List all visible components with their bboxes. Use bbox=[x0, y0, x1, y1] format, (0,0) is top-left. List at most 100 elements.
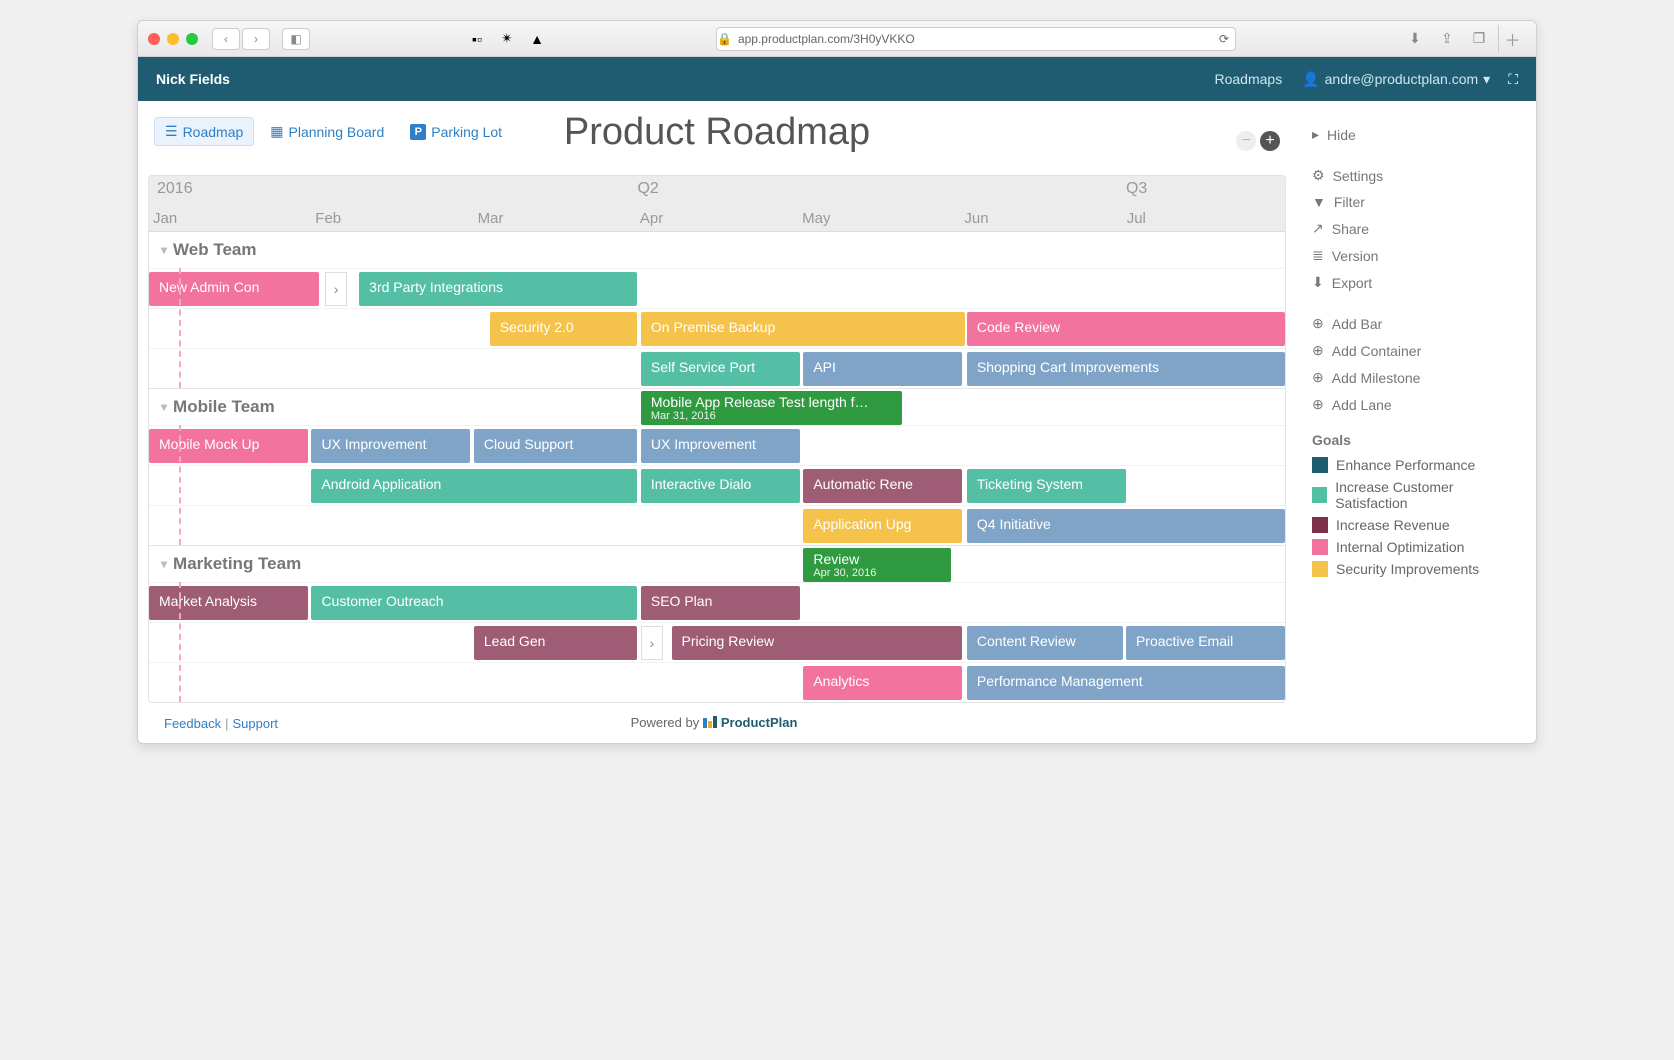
timeline-header: 2016 Q2 Q3 Jan Feb Mar Apr May Jun Jul bbox=[149, 176, 1285, 232]
bar-mobile-mock[interactable]: Mobile Mock Up bbox=[149, 429, 308, 463]
user-email: andre@productplan.com bbox=[1325, 71, 1479, 87]
bar-shopping-cart[interactable]: Shopping Cart Improvements bbox=[967, 352, 1285, 386]
bar-market-analysis[interactable]: Market Analysis bbox=[149, 586, 308, 620]
address-bar[interactable]: 🔒 app.productplan.com/3H0yVKKO ⟳ bbox=[716, 27, 1236, 51]
bar-android-app[interactable]: Android Application bbox=[311, 469, 637, 503]
page-title: Product Roadmap bbox=[148, 111, 1286, 154]
plus-circle-icon: ⊕ bbox=[1312, 396, 1324, 413]
back-button[interactable]: ‹ bbox=[212, 28, 240, 50]
download-icon[interactable]: ⬇ bbox=[1404, 28, 1426, 50]
version-link[interactable]: ≣Version bbox=[1312, 242, 1520, 269]
bar-performance-mgmt[interactable]: Performance Management bbox=[967, 666, 1285, 700]
add-milestone-button[interactable]: ⊕Add Milestone bbox=[1312, 364, 1520, 391]
month-may: May bbox=[798, 210, 960, 227]
chevron-down-icon: ▾ bbox=[1483, 71, 1490, 88]
footer: Feedback | Support Powered by ProductPla… bbox=[148, 703, 1286, 743]
chevron-down-icon: ▾ bbox=[161, 557, 167, 571]
bar-seo-plan[interactable]: SEO Plan bbox=[641, 586, 800, 620]
bar-code-review[interactable]: Code Review bbox=[967, 312, 1285, 346]
lock-icon: 🔒 bbox=[717, 32, 732, 46]
lane-title-web[interactable]: ▾ Web Team bbox=[149, 232, 1285, 268]
bar-new-admin[interactable]: New Admin Con bbox=[149, 272, 319, 306]
sidebar-toggle-icon[interactable]: ◧ bbox=[282, 28, 310, 50]
bar-ux-improvement-2[interactable]: UX Improvement bbox=[641, 429, 800, 463]
plus-circle-icon: ⊕ bbox=[1312, 342, 1324, 359]
bar-interactive-dialog[interactable]: Interactive Dialo bbox=[641, 469, 800, 503]
roadmaps-link[interactable]: Roadmaps bbox=[1214, 71, 1282, 87]
goal-increase-revenue[interactable]: Increase Revenue bbox=[1312, 514, 1520, 536]
goals-header: Goals bbox=[1312, 432, 1520, 448]
share-icon[interactable]: ⇪ bbox=[1436, 28, 1458, 50]
productplan-logo[interactable]: ProductPlan bbox=[703, 715, 798, 730]
owner-name: Nick Fields bbox=[156, 71, 230, 87]
bar-pricing-review[interactable]: Pricing Review bbox=[672, 626, 963, 660]
filter-link[interactable]: ▼Filter bbox=[1312, 189, 1520, 215]
filter-icon: ▼ bbox=[1312, 194, 1326, 210]
goal-enhance-performance[interactable]: Enhance Performance bbox=[1312, 454, 1520, 476]
lane-mobile-team: ▾ Mobile Team Mobile App Release Test le… bbox=[149, 389, 1285, 546]
export-link[interactable]: ⬇Export bbox=[1312, 269, 1520, 296]
add-bar-button[interactable]: ⊕Add Bar bbox=[1312, 310, 1520, 337]
month-apr: Apr bbox=[636, 210, 798, 227]
zoom-out-button[interactable]: − bbox=[1236, 131, 1256, 151]
reload-icon[interactable]: ⟳ bbox=[1219, 32, 1229, 46]
app-header: Nick Fields Roadmaps 👤 andre@productplan… bbox=[138, 57, 1536, 101]
expand-arrow-icon[interactable]: › bbox=[325, 272, 347, 306]
add-lane-button[interactable]: ⊕Add Lane bbox=[1312, 391, 1520, 418]
user-menu[interactable]: 👤 andre@productplan.com ▾ bbox=[1302, 71, 1490, 88]
goal-customer-satisfaction[interactable]: Increase Customer Satisfaction bbox=[1312, 476, 1520, 514]
bar-cloud-support[interactable]: Cloud Support bbox=[474, 429, 638, 463]
milestone-mobile-release[interactable]: Mobile App Release Test length f… Mar 31… bbox=[641, 391, 902, 425]
share-icon: ↗ bbox=[1312, 220, 1324, 237]
hide-sidebar-button[interactable]: ▸ Hide bbox=[1312, 121, 1520, 148]
user-icon: 👤 bbox=[1302, 71, 1319, 88]
bar-auto-renewal[interactable]: Automatic Rene bbox=[803, 469, 962, 503]
milestone-review[interactable]: Review Apr 30, 2016 bbox=[803, 548, 951, 582]
bar-analytics[interactable]: Analytics bbox=[803, 666, 962, 700]
tabs-icon[interactable]: ❐ bbox=[1468, 28, 1490, 50]
share-link[interactable]: ↗Share bbox=[1312, 215, 1520, 242]
timeline: 2016 Q2 Q3 Jan Feb Mar Apr May Jun Jul bbox=[148, 175, 1286, 703]
goal-security-improvements[interactable]: Security Improvements bbox=[1312, 558, 1520, 580]
new-tab-button[interactable]: ＋ bbox=[1498, 25, 1526, 53]
sidebar: ▸ Hide ⚙Settings ▼Filter ↗Share ≣Version… bbox=[1296, 101, 1536, 743]
plus-circle-icon: ⊕ bbox=[1312, 315, 1324, 332]
feedback-link[interactable]: Feedback bbox=[164, 716, 221, 731]
timeline-q3: Q3 bbox=[1126, 180, 1147, 198]
bar-content-review[interactable]: Content Review bbox=[967, 626, 1123, 660]
add-container-button[interactable]: ⊕Add Container bbox=[1312, 337, 1520, 364]
bar-q4-initiative[interactable]: Q4 Initiative bbox=[967, 509, 1285, 543]
support-link[interactable]: Support bbox=[232, 716, 278, 731]
gear-icon: ⚙ bbox=[1312, 167, 1325, 184]
bar-ticketing-system[interactable]: Ticketing System bbox=[967, 469, 1126, 503]
settings-link[interactable]: ⚙Settings bbox=[1312, 162, 1520, 189]
lane-title-marketing[interactable]: ▾ Marketing Team bbox=[149, 546, 1285, 582]
maximize-window-icon[interactable] bbox=[186, 33, 198, 45]
bar-third-party[interactable]: 3rd Party Integrations bbox=[359, 272, 637, 306]
zoom-in-button[interactable]: + bbox=[1260, 131, 1280, 151]
bar-security-20[interactable]: Security 2.0 bbox=[490, 312, 638, 346]
month-jun: Jun bbox=[960, 210, 1122, 227]
reader-icon[interactable]: ▪▫ bbox=[466, 28, 488, 50]
today-marker bbox=[179, 582, 181, 702]
fullscreen-icon[interactable]: ⛶ bbox=[1508, 71, 1518, 88]
version-icon: ≣ bbox=[1312, 247, 1324, 264]
minimize-window-icon[interactable] bbox=[167, 33, 179, 45]
goal-internal-optimization[interactable]: Internal Optimization bbox=[1312, 536, 1520, 558]
today-marker bbox=[179, 425, 181, 545]
wand-icon[interactable]: ✴ bbox=[496, 28, 518, 50]
bar-app-upgrade[interactable]: Application Upg bbox=[803, 509, 962, 543]
bar-on-prem-backup[interactable]: On Premise Backup bbox=[641, 312, 965, 346]
bar-ux-improvement-1[interactable]: UX Improvement bbox=[311, 429, 470, 463]
bar-proactive-email[interactable]: Proactive Email bbox=[1126, 626, 1285, 660]
bar-customer-outreach[interactable]: Customer Outreach bbox=[311, 586, 637, 620]
bar-api[interactable]: API bbox=[803, 352, 962, 386]
expand-arrow-icon[interactable]: › bbox=[641, 626, 663, 660]
bar-lead-gen[interactable]: Lead Gen bbox=[474, 626, 638, 660]
bar-self-service[interactable]: Self Service Port bbox=[641, 352, 800, 386]
lane-web-team: ▾ Web Team New Admin Con › 3rd Party Int… bbox=[149, 232, 1285, 389]
warning-icon[interactable]: ▲ bbox=[526, 28, 548, 50]
close-window-icon[interactable] bbox=[148, 33, 160, 45]
timeline-year: 2016 bbox=[157, 180, 193, 198]
forward-button[interactable]: › bbox=[242, 28, 270, 50]
